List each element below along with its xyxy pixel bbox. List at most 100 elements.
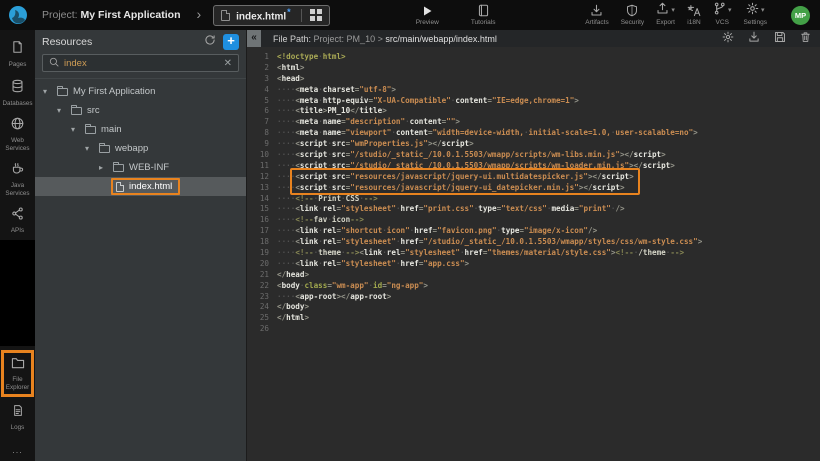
tree-item-WEB-INF[interactable]: ▸WEB-INF — [35, 158, 246, 177]
sidebar-item-databases[interactable]: Databases — [0, 74, 35, 113]
collapse-panel-icon[interactable]: « — [247, 30, 261, 47]
wavemaker-studio: Project: My First Application › index.ht… — [0, 0, 820, 461]
line-number: 21 — [247, 270, 269, 281]
code-line[interactable]: 11····<script·src="/studio/_static_/10.0… — [247, 161, 820, 172]
editor-settings-gear-icon[interactable] — [722, 30, 734, 48]
code-line[interactable]: 15····<link·rel="stylesheet"·href="print… — [247, 204, 820, 215]
export-button[interactable]: ▾ Export — [656, 4, 675, 26]
caret-down-icon[interactable]: ▾ — [71, 125, 83, 134]
code-line[interactable]: 3<head> — [247, 74, 820, 85]
tree-item-webapp[interactable]: ▾webapp — [35, 139, 246, 158]
sidebar-item-logs[interactable]: Logs — [0, 399, 35, 437]
code-line[interactable]: 12····<script·src="resources/javascript/… — [247, 172, 820, 183]
vcs-button[interactable]: ▾ VCS — [713, 4, 732, 26]
line-number: 23 — [247, 292, 269, 303]
code-line[interactable]: 20····<link·rel="stylesheet"·href="app.c… — [247, 259, 820, 270]
gear-icon — [746, 2, 759, 20]
tree-item-main[interactable]: ▾main — [35, 120, 246, 139]
code-line[interactable]: 14····<!--·Print·CSS·--> — [247, 194, 820, 205]
line-number: 3 — [247, 74, 269, 85]
settings-button[interactable]: ▾ Settings — [744, 4, 768, 26]
chevron-right-icon[interactable]: › — [196, 6, 201, 22]
clear-search-icon[interactable]: ✕ — [224, 58, 232, 69]
code-line[interactable]: 17····<link·rel="shortcut·icon"·href="fa… — [247, 226, 820, 237]
code-area[interactable]: 1<!doctype·html>2<html>3<head>4····<meta… — [247, 47, 820, 461]
code-line[interactable]: 8····<meta·name="viewport"·content="widt… — [247, 128, 820, 139]
code-line[interactable]: 23····<app-root></app-root> — [247, 292, 820, 303]
code-line[interactable]: 5····<meta·http-equiv="X-UA-Compatible"·… — [247, 96, 820, 107]
sidebar-item-java-services[interactable]: Java Services — [0, 157, 35, 202]
download-file-icon[interactable] — [748, 30, 760, 48]
line-number: 5 — [247, 96, 269, 107]
code-line[interactable]: 6····<title>PM_10</title> — [247, 106, 820, 117]
line-number: 14 — [247, 194, 269, 205]
tab-divider — [301, 9, 302, 22]
tree-item-src[interactable]: ▾src — [35, 101, 246, 120]
caret-down-icon: ▾ — [671, 7, 675, 14]
code-line[interactable]: 26 — [247, 324, 820, 335]
project-name[interactable]: My First Application — [81, 9, 181, 21]
code-line[interactable]: 13····<script·src="resources/javascript/… — [247, 183, 820, 194]
tree-item-index.html[interactable]: index.html — [35, 177, 246, 196]
wavemaker-logo-icon[interactable] — [8, 5, 28, 25]
code-line[interactable]: 24</body> — [247, 302, 820, 313]
line-number: 18 — [247, 237, 269, 248]
sidebar-item-web-services[interactable]: Web Services — [0, 112, 35, 157]
save-file-icon[interactable] — [774, 30, 786, 48]
code-line[interactable]: 2<html> — [247, 63, 820, 74]
security-button[interactable]: Security — [621, 4, 644, 26]
rail-spacer — [0, 240, 35, 347]
line-number: 15 — [247, 204, 269, 215]
caret-down-icon[interactable]: ▾ — [57, 106, 69, 115]
file-tree: ▾ My First Application ▾src▾main▾webapp▸WE… — [35, 78, 246, 461]
code-lines: 1<!doctype·html>2<html>3<head>4····<meta… — [247, 52, 820, 335]
unsaved-marker: * — [287, 7, 291, 17]
code-line[interactable]: 1<!doctype·html> — [247, 52, 820, 63]
resources-panel: Resources + ✕ ▾My First Application▾src▾… — [35, 30, 247, 461]
refresh-icon[interactable] — [204, 33, 216, 51]
api-nodes-icon — [11, 207, 24, 225]
resource-search: ✕ — [42, 54, 239, 72]
sidebar-item-apis[interactable]: APIs — [0, 202, 35, 240]
top-actions: Artifacts Security ▾ Export — [585, 4, 810, 26]
add-resource-button[interactable]: + — [223, 34, 239, 50]
folder-icon — [113, 164, 124, 172]
line-number: 12 — [247, 172, 269, 183]
top-bar: Project: My First Application › index.ht… — [0, 0, 820, 30]
code-editor: « File Path: Project: PM_10 > src/main/w… — [247, 30, 820, 461]
tree-item-My First Application[interactable]: ▾ My First Application — [35, 82, 246, 101]
code-line[interactable]: 10····<script·src="/studio/_static_/10.0… — [247, 150, 820, 161]
sidebar-item-file-explorer[interactable]: File Explorer — [4, 353, 31, 394]
code-line[interactable]: 18····<link·rel="stylesheet"·href="/stud… — [247, 237, 820, 248]
pages-icon — [11, 40, 24, 59]
caret-down-icon[interactable]: ▾ — [85, 144, 97, 153]
rail-overflow-button[interactable]: ... — [12, 445, 23, 455]
folder-icon — [11, 356, 25, 374]
artifacts-button[interactable]: Artifacts — [585, 4, 608, 26]
delete-file-icon[interactable] — [800, 30, 811, 48]
tutorials-button[interactable]: Tutorials — [471, 4, 496, 26]
code-line[interactable]: 7····<meta·name="description"·content=""… — [247, 117, 820, 128]
preview-button[interactable]: Preview — [416, 4, 439, 26]
dashboard-grid-icon[interactable] — [310, 9, 322, 21]
code-line[interactable]: 4····<meta·charset="utf-8"> — [247, 85, 820, 96]
code-line[interactable]: 19····<!--·theme·--><link·rel="styleshee… — [247, 248, 820, 259]
line-number: 11 — [247, 161, 269, 172]
artifacts-download-icon — [590, 4, 603, 17]
code-line[interactable]: 25</html> — [247, 313, 820, 324]
folder-icon — [99, 145, 110, 153]
code-line[interactable]: 9····<script·src="wmProperties.js"></scr… — [247, 139, 820, 150]
line-number: 17 — [247, 226, 269, 237]
code-line[interactable]: 16····<!--fav·icon--> — [247, 215, 820, 226]
database-icon — [11, 79, 24, 98]
search-input[interactable] — [64, 58, 219, 69]
caret-right-icon[interactable]: ▸ — [99, 163, 111, 172]
code-line[interactable]: 22<body·class="wm-app"·id="ng-app"> — [247, 281, 820, 292]
user-avatar[interactable]: MP — [791, 6, 810, 25]
sidebar-item-pages[interactable]: Pages — [0, 35, 35, 74]
caret-down-icon[interactable]: ▾ — [43, 87, 55, 96]
i18n-button[interactable]: i18N — [687, 4, 701, 26]
code-line[interactable]: 21</head> — [247, 270, 820, 281]
tree-item-label: My First Application — [73, 86, 155, 97]
tab-index-html[interactable]: index.html* — [213, 5, 330, 26]
